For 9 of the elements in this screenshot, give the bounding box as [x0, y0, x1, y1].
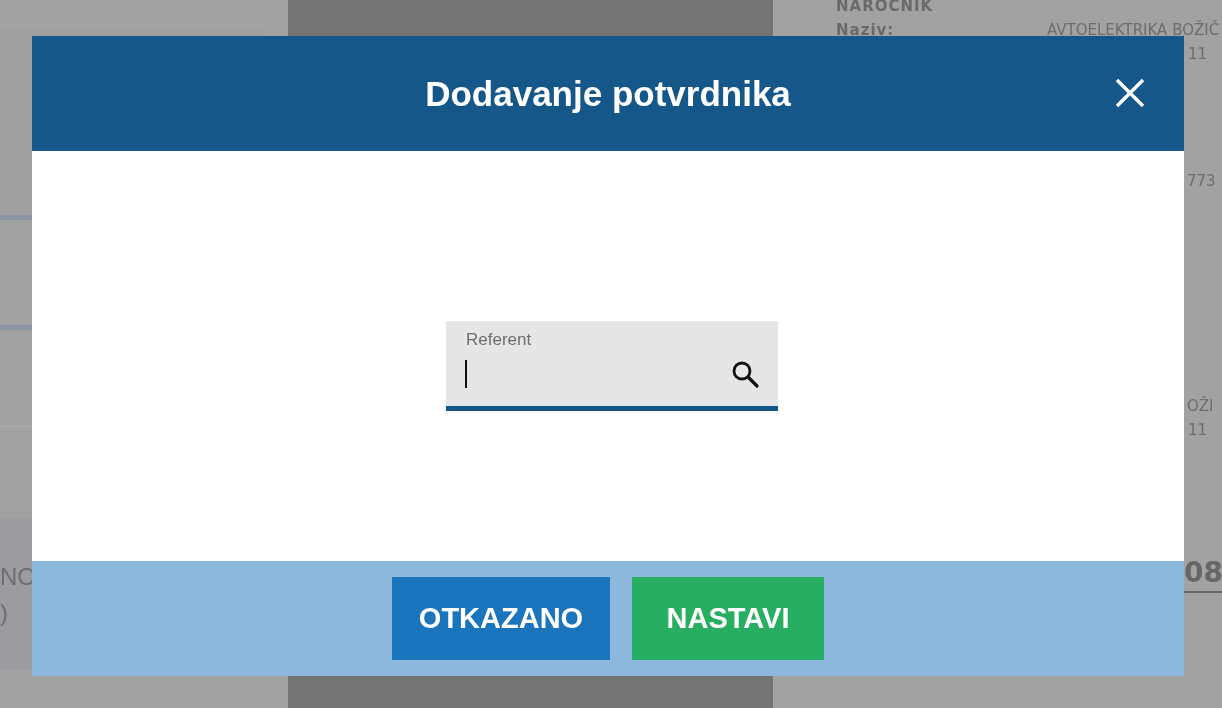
search-field[interactable]: Referent — [446, 321, 778, 411]
section-heading: NAROCNIK — [836, 0, 934, 15]
cancel-button[interactable]: OTKAZANO — [392, 577, 610, 660]
search-icon[interactable] — [730, 359, 760, 389]
close-icon[interactable] — [1114, 77, 1146, 109]
dialog-title: Dodavanje potvrdnika — [425, 73, 791, 114]
field-label: Naziv: — [836, 21, 896, 39]
background-text: ) — [0, 598, 9, 628]
continue-button[interactable]: NASTAVI — [632, 577, 824, 660]
